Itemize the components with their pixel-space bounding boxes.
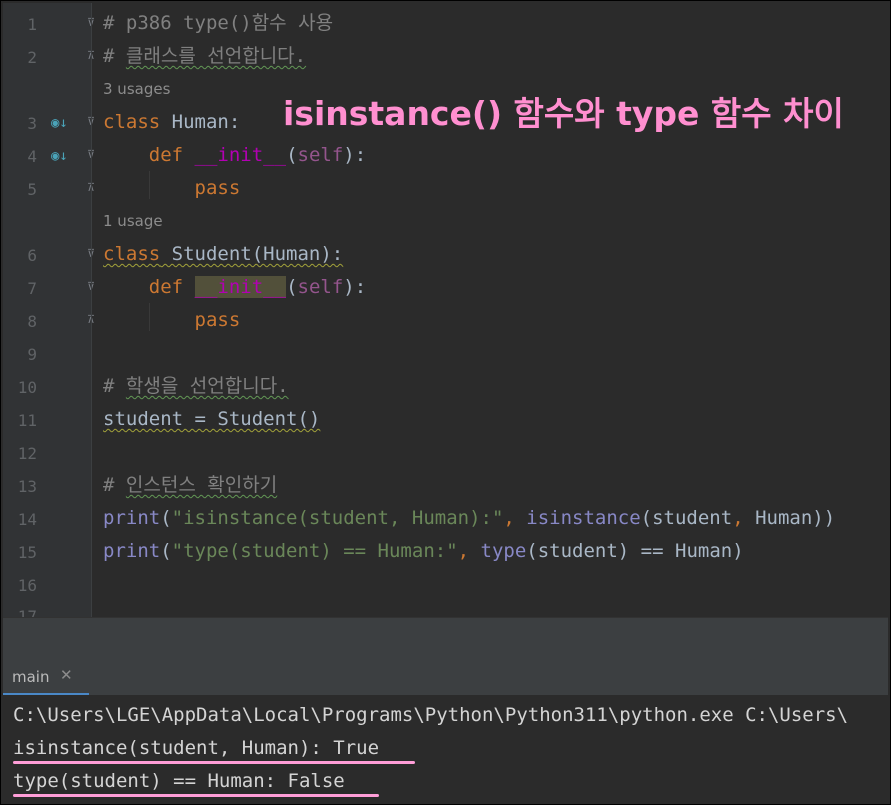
arguments: (student <box>640 507 733 529</box>
override-icon[interactable]: ◉↓ <box>51 114 68 132</box>
code-line-3: class Human: <box>103 110 240 134</box>
run-tabbar: main ✕ <box>3 657 888 696</box>
builtin-print: print <box>103 507 161 529</box>
keyword-pass: pass <box>194 177 241 199</box>
line-number: 17 <box>17 607 37 617</box>
string-literal: "type(student) == Human:" <box>171 540 458 562</box>
code-line-2: # 클래스를 선언합니다. <box>103 44 306 68</box>
code-line-13: # 인스턴스 확인하기 <box>103 473 277 497</box>
line-number: 7 <box>27 279 37 298</box>
line-number: 16 <box>17 576 37 595</box>
usages-hint[interactable]: 3 usages <box>103 80 170 98</box>
comma: , <box>503 507 527 529</box>
line-number: 15 <box>17 543 37 562</box>
paren: ( <box>286 276 298 298</box>
run-console[interactable]: C:\Users\LGE\AppData\Local\Programs\Pyth… <box>3 695 888 802</box>
line-number: 5 <box>27 180 37 199</box>
arguments: Human)) <box>743 507 836 529</box>
function-name: __init__ <box>194 144 287 166</box>
line-number: 1 <box>27 15 37 34</box>
console-line: type(student) == Human: False <box>13 770 345 792</box>
code-line-10: # 학생을 선언합니다. <box>103 374 289 398</box>
arguments: (student) == Human) <box>526 540 744 562</box>
builtin-print: print <box>103 540 161 562</box>
gutter-divider <box>91 3 92 617</box>
comment-hash: # <box>103 375 126 397</box>
tab-label: main <box>12 668 50 686</box>
keyword-def: def <box>148 144 184 166</box>
comma: , <box>457 540 481 562</box>
console-line: isinstance(student, Human): True <box>13 737 380 759</box>
keyword-class: class <box>103 111 161 133</box>
class-name: Human: <box>160 111 241 133</box>
class-name: Student(Human): <box>160 243 344 265</box>
line-number: 6 <box>27 246 37 265</box>
code-line-11: student = Student() <box>103 407 320 431</box>
comment-hash: # <box>103 45 126 67</box>
assignment: student = Student() <box>103 408 321 430</box>
code-line-5: pass <box>103 176 241 200</box>
panel-splitter[interactable] <box>3 617 888 658</box>
line-number: 11 <box>17 411 37 430</box>
comment-text: 학생을 선언합니다. <box>125 375 289 397</box>
line-gutter: 1 2 3 4 5 6 7 8 9 10 11 12 13 14 15 16 1… <box>3 3 95 617</box>
paren: ( <box>286 144 298 166</box>
string-literal: "isinstance(student, Human):" <box>171 507 504 529</box>
line-number: 9 <box>27 345 37 364</box>
paren: ( <box>160 507 172 529</box>
code-line-6: class Student(Human): <box>103 242 343 266</box>
line-number: 3 <box>27 114 37 133</box>
annotation-title: isinstance() 함수와 type 함수 차이 <box>283 94 844 133</box>
keyword-class: class <box>103 243 161 265</box>
function-name: __init__ <box>194 276 287 298</box>
paren: ): <box>343 276 367 298</box>
line-number: 2 <box>27 48 37 67</box>
builtin-isinstance: isinstance <box>526 507 641 529</box>
code-line-15: print("type(student) == Human:", type(st… <box>103 539 744 563</box>
code-line-14: print("isinstance(student, Human):", isi… <box>103 506 835 530</box>
line-number: 14 <box>17 510 37 529</box>
builtin-type: type <box>480 540 527 562</box>
paren: ): <box>343 144 367 166</box>
self-param: self <box>297 276 344 298</box>
keyword-pass: pass <box>194 309 241 331</box>
comment: # p386 type()함수 사용 <box>103 12 334 34</box>
code-editor[interactable]: 1 2 3 4 5 6 7 8 9 10 11 12 13 14 15 16 1… <box>3 3 888 617</box>
comment-text: 인스턴스 확인하기 <box>125 474 278 496</box>
highlight-underline <box>13 794 379 797</box>
line-number: 8 <box>27 312 37 331</box>
console-line: C:\Users\LGE\AppData\Local\Programs\Pyth… <box>13 704 849 726</box>
highlight-underline <box>13 761 415 764</box>
override-icon[interactable]: ◉↓ <box>51 147 68 165</box>
paren: ( <box>160 540 172 562</box>
line-number: 4 <box>27 147 37 166</box>
comment-hash: # <box>103 474 126 496</box>
comma: , <box>732 507 744 529</box>
line-number: 10 <box>17 378 37 397</box>
code-line-4: def __init__(self): <box>103 143 366 167</box>
close-icon[interactable]: ✕ <box>60 666 73 684</box>
ide-window: 1 2 3 4 5 6 7 8 9 10 11 12 13 14 15 16 1… <box>0 0 891 805</box>
self-param: self <box>297 144 344 166</box>
line-number: 13 <box>17 477 37 496</box>
comment-text: 클래스를 선언합니다. <box>125 45 307 67</box>
line-number: 12 <box>17 444 37 463</box>
keyword-def: def <box>148 276 184 298</box>
tab-main[interactable]: main ✕ <box>3 657 89 696</box>
code-line-7: def __init__(self): <box>103 275 366 299</box>
code-line-1: # p386 type()함수 사용 <box>103 11 333 35</box>
usages-hint[interactable]: 1 usage <box>103 212 163 230</box>
code-line-8: pass <box>103 308 241 332</box>
